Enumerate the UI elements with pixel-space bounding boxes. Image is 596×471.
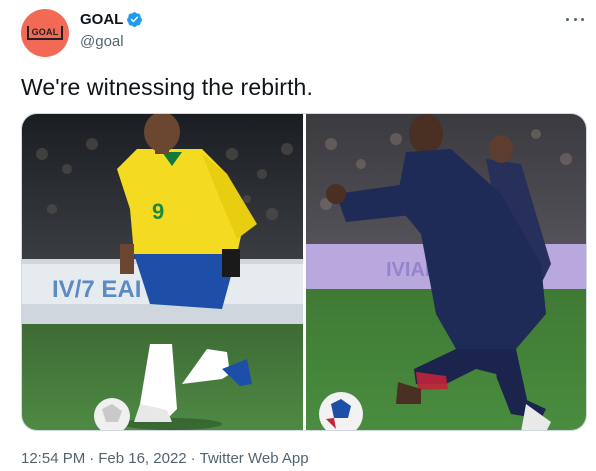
meta-separator: · <box>89 450 95 467</box>
svg-text:9: 9 <box>152 199 164 224</box>
meta-separator: · <box>190 450 196 467</box>
goal-logo: GOAL <box>27 26 63 40</box>
tweet-time[interactable]: 12:54 PM <box>21 450 85 467</box>
photo-left[interactable]: IV/7 EAI 9 <box>22 114 303 430</box>
author-handle[interactable]: @goal <box>80 33 124 50</box>
media-grid: IV/7 EAI 9 IVIALI <box>21 113 587 431</box>
svg-text:IV/7 EAI: IV/7 EAI <box>52 276 141 303</box>
avatar[interactable]: GOAL <box>21 9 69 57</box>
tweet-source[interactable]: Twitter Web App <box>200 450 309 467</box>
display-name[interactable]: GOAL <box>80 11 123 28</box>
photo-right[interactable]: IVIALI <box>306 114 586 430</box>
verified-badge-icon <box>126 11 143 28</box>
author-name-row: GOAL <box>80 11 143 28</box>
more-horizontal-icon[interactable] <box>566 14 584 24</box>
tweet-meta: 12:54 PM · Feb 16, 2022 · Twitter Web Ap… <box>21 450 309 467</box>
avatar-logo-text: GOAL <box>31 27 59 37</box>
tweet-date[interactable]: Feb 16, 2022 <box>98 450 186 467</box>
tweet-card: GOAL GOAL @goal We're witnessing the reb… <box>0 0 596 471</box>
photo-right-image: IVIALI <box>306 114 586 430</box>
tweet-text: We're witnessing the rebirth. <box>21 74 313 100</box>
photo-left-image: IV/7 EAI 9 <box>22 114 303 430</box>
